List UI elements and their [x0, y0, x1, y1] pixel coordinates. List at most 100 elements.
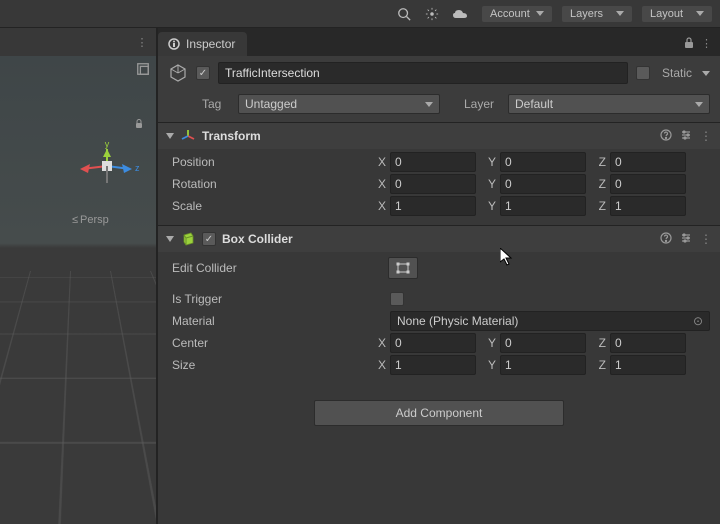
lock-icon[interactable]	[134, 119, 144, 132]
search-icon[interactable]	[392, 4, 416, 24]
lock-icon[interactable]	[683, 37, 695, 52]
is-trigger-label: Is Trigger	[168, 292, 366, 306]
tab-inspector[interactable]: Inspector	[158, 32, 247, 56]
menu-icon[interactable]: ⋮	[134, 34, 150, 50]
maximize-icon[interactable]	[136, 62, 150, 79]
layers-dropdown[interactable]: Layers	[562, 6, 632, 22]
add-component-button[interactable]: Add Component	[314, 400, 564, 426]
svg-text:y: y	[105, 139, 110, 149]
object-picker-icon[interactable]: ⊙	[693, 314, 703, 328]
z-label: Z	[590, 177, 606, 191]
scale-y-field[interactable]	[500, 196, 586, 216]
center-z-field[interactable]	[610, 333, 686, 353]
x-label: X	[370, 358, 386, 372]
box-collider-icon	[180, 231, 196, 247]
orientation-gizmo[interactable]: y z	[72, 131, 142, 201]
rotation-row: Rotation X Y Z	[168, 173, 710, 195]
tag-value: Untagged	[245, 97, 297, 111]
inspector-tab-label: Inspector	[186, 37, 235, 51]
position-y-field[interactable]	[500, 152, 586, 172]
scale-z-field[interactable]	[610, 196, 686, 216]
y-label: Y	[480, 358, 496, 372]
size-y-field[interactable]	[500, 355, 586, 375]
layer-dropdown[interactable]: Default	[508, 94, 710, 114]
material-field[interactable]: None (Physic Material) ⊙	[390, 311, 710, 331]
center-row: Center X Y Z	[168, 332, 710, 354]
transform-title: Transform	[202, 129, 261, 143]
inspector-panel: Inspector ⋮ Static Tag Untagged	[158, 28, 720, 524]
layer-value: Default	[515, 97, 553, 111]
box-collider-title: Box Collider	[222, 232, 293, 246]
transform-icon	[180, 128, 196, 144]
rotation-x-field[interactable]	[390, 174, 476, 194]
static-dropdown-icon[interactable]	[702, 71, 710, 76]
help-icon[interactable]	[660, 129, 672, 144]
foldout-icon[interactable]	[166, 236, 174, 242]
tag-label: Tag	[202, 97, 230, 111]
box-collider-enabled-checkbox[interactable]	[202, 232, 216, 246]
help-icon[interactable]	[660, 232, 672, 247]
layout-dropdown[interactable]: Layout	[642, 6, 712, 22]
scene-lighting-icon[interactable]	[420, 4, 444, 24]
gameobject-icon[interactable]	[168, 63, 188, 83]
gameobject-enabled-checkbox[interactable]	[196, 66, 210, 80]
center-y-field[interactable]	[500, 333, 586, 353]
transform-header[interactable]: Transform ⋮	[158, 123, 720, 149]
account-label: Account	[490, 8, 530, 20]
scene-viewport[interactable]: y z Persp	[0, 56, 156, 524]
x-label: X	[370, 155, 386, 169]
edit-collider-row: Edit Collider	[168, 254, 710, 282]
is-trigger-row: Is Trigger	[168, 288, 710, 310]
material-value: None (Physic Material)	[397, 314, 518, 328]
preset-icon[interactable]	[680, 232, 692, 247]
gameobject-name-field[interactable]	[218, 62, 628, 84]
static-checkbox[interactable]	[636, 66, 650, 80]
rotation-label: Rotation	[168, 177, 366, 191]
scale-x-field[interactable]	[390, 196, 476, 216]
is-trigger-checkbox[interactable]	[390, 292, 404, 306]
menu-icon[interactable]: ⋮	[701, 37, 712, 52]
component-transform: Transform ⋮ Position X Y	[158, 122, 720, 225]
scene-grid	[0, 271, 156, 524]
size-label: Size	[168, 358, 366, 372]
chevron-down-icon	[425, 102, 433, 107]
size-z-field[interactable]	[610, 355, 686, 375]
z-label: Z	[590, 358, 606, 372]
position-label: Position	[168, 155, 366, 169]
chevron-down-icon	[695, 102, 703, 107]
size-x-field[interactable]	[390, 355, 476, 375]
account-dropdown[interactable]: Account	[482, 6, 552, 22]
x-label: X	[370, 199, 386, 213]
perspective-label[interactable]: Persp	[72, 214, 109, 226]
cloud-icon[interactable]	[448, 4, 472, 24]
center-label: Center	[168, 336, 366, 350]
rotation-y-field[interactable]	[500, 174, 586, 194]
scale-row: Scale X Y Z	[168, 195, 710, 217]
chevron-down-icon	[696, 11, 704, 16]
edit-collider-label: Edit Collider	[168, 261, 366, 275]
menu-icon[interactable]: ⋮	[700, 232, 712, 247]
layer-label: Layer	[464, 97, 500, 111]
scene-panel: ⋮ y z	[0, 28, 158, 524]
scale-label: Scale	[168, 199, 366, 213]
size-row: Size X Y Z	[168, 354, 710, 376]
component-box-collider: Box Collider ⋮ Edit Collider	[158, 225, 720, 384]
menu-icon[interactable]: ⋮	[700, 129, 712, 144]
material-label: Material	[168, 314, 366, 328]
static-label: Static	[662, 66, 692, 80]
tag-dropdown[interactable]: Untagged	[238, 94, 440, 114]
position-z-field[interactable]	[610, 152, 686, 172]
box-collider-header[interactable]: Box Collider ⋮	[158, 226, 720, 252]
center-x-field[interactable]	[390, 333, 476, 353]
position-x-field[interactable]	[390, 152, 476, 172]
material-row: Material None (Physic Material) ⊙	[168, 310, 710, 332]
svg-text:z: z	[135, 163, 140, 173]
z-label: Z	[590, 155, 606, 169]
x-label: X	[370, 177, 386, 191]
rotation-z-field[interactable]	[610, 174, 686, 194]
y-label: Y	[480, 155, 496, 169]
y-label: Y	[480, 177, 496, 191]
preset-icon[interactable]	[680, 129, 692, 144]
edit-collider-button[interactable]	[388, 257, 418, 279]
foldout-icon[interactable]	[166, 133, 174, 139]
